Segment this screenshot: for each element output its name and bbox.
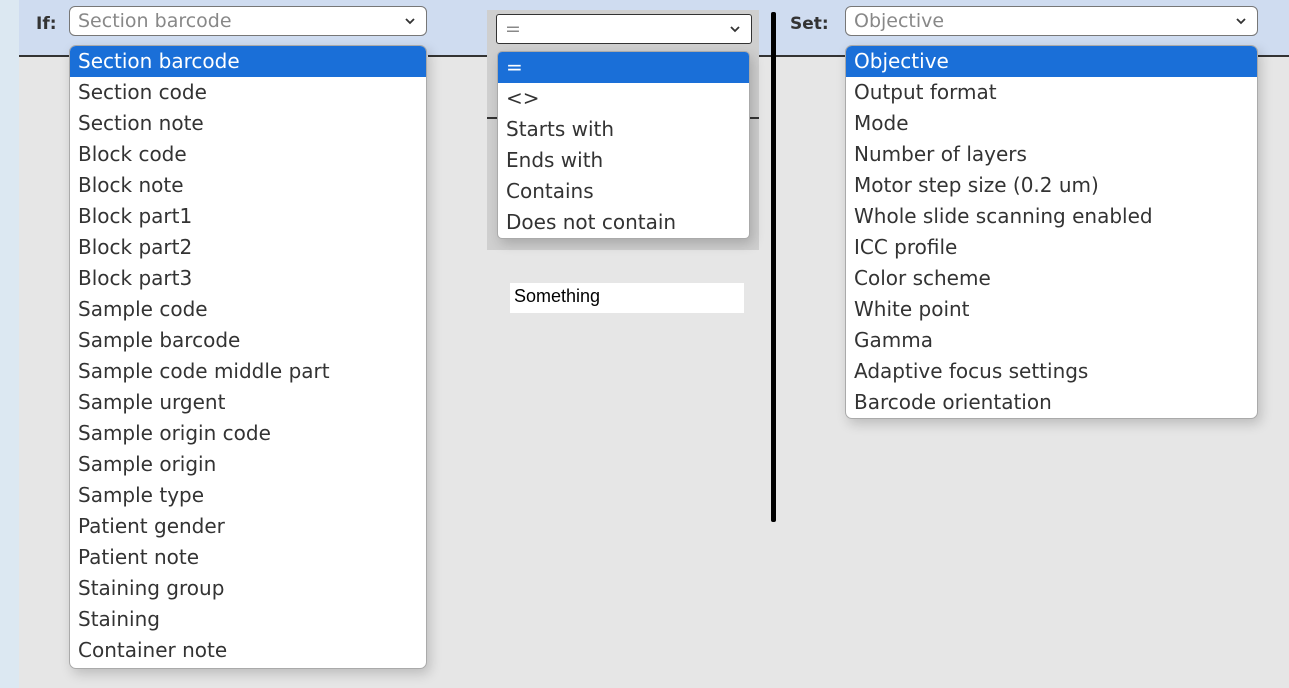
if-field-option[interactable]: Sample origin code <box>70 418 426 449</box>
if-field-option[interactable]: Sample urgent <box>70 387 426 418</box>
operator-option[interactable]: Does not contain <box>498 207 749 238</box>
operator-option[interactable]: Ends with <box>498 145 749 176</box>
header-divider-end <box>1258 55 1289 57</box>
if-field-option[interactable]: Sample type <box>70 480 426 511</box>
operator-option[interactable]: Starts with <box>498 114 749 145</box>
set-label: Set: <box>790 14 829 34</box>
if-field-dropdown-list: Section barcode Section code Section note B… <box>69 45 427 669</box>
set-field-option[interactable]: Gamma <box>846 325 1257 356</box>
set-field-option[interactable]: Mode <box>846 108 1257 139</box>
if-field-option[interactable]: Staining <box>70 604 426 635</box>
set-field-option[interactable]: Adaptive focus settings <box>846 356 1257 387</box>
vertical-divider <box>771 12 776 522</box>
if-field-option[interactable]: Block part1 <box>70 201 426 232</box>
if-field-option[interactable]: Container note <box>70 635 426 666</box>
if-field-selected: Section barcode <box>78 10 232 32</box>
operator-selected: = <box>505 18 521 40</box>
condition-value-input[interactable]: Something <box>510 283 744 313</box>
if-field-option[interactable]: Patient gender <box>70 511 426 542</box>
header-divider-mid <box>428 55 487 57</box>
if-field-option[interactable]: Block part3 <box>70 263 426 294</box>
if-field-option[interactable]: Sample code middle part <box>70 356 426 387</box>
set-field-option[interactable]: Whole slide scanning enabled <box>846 201 1257 232</box>
if-field-option[interactable]: Section note <box>70 108 426 139</box>
set-field-option[interactable]: Output format <box>846 77 1257 108</box>
set-field-select[interactable]: Objective <box>845 6 1258 36</box>
set-field-option[interactable]: Color scheme <box>846 263 1257 294</box>
if-field-option[interactable]: Block part2 <box>70 232 426 263</box>
set-field-selected: Objective <box>854 10 945 32</box>
set-field-option[interactable]: Barcode orientation <box>846 387 1257 418</box>
if-field-select[interactable]: Section barcode <box>69 6 427 36</box>
set-field-option[interactable]: Objective <box>846 46 1257 77</box>
set-field-option[interactable]: Motor step size (0.2 um) <box>846 170 1257 201</box>
if-field-option[interactable]: Section barcode <box>70 46 426 77</box>
left-margin-strip <box>0 0 19 688</box>
if-field-option[interactable]: Staining group <box>70 573 426 604</box>
operator-select[interactable]: = <box>496 14 752 44</box>
if-field-option[interactable]: Section code <box>70 77 426 108</box>
chevron-down-icon <box>730 26 740 33</box>
if-field-option[interactable]: Block note <box>70 170 426 201</box>
operator-option[interactable]: <> <box>498 83 749 114</box>
header-divider-left <box>19 55 69 57</box>
set-field-option[interactable]: White point <box>846 294 1257 325</box>
if-field-option[interactable]: Sample origin <box>70 449 426 480</box>
if-label: If: <box>36 14 57 34</box>
chevron-down-icon <box>1236 18 1246 25</box>
set-field-dropdown-list: Objective Output format Mode Number of laye… <box>845 45 1258 419</box>
if-field-option[interactable]: Sample barcode <box>70 325 426 356</box>
if-field-option[interactable]: Patient note <box>70 542 426 573</box>
if-field-option[interactable]: Sample code <box>70 294 426 325</box>
operator-option[interactable]: = <box>498 52 749 83</box>
if-field-option[interactable]: Block code <box>70 139 426 170</box>
operator-dropdown-list: = <> Starts with Ends with Contains Does not … <box>497 51 750 239</box>
chevron-down-icon <box>405 18 415 25</box>
set-field-option[interactable]: ICC profile <box>846 232 1257 263</box>
operator-option[interactable]: Contains <box>498 176 749 207</box>
set-field-option[interactable]: Number of layers <box>846 139 1257 170</box>
